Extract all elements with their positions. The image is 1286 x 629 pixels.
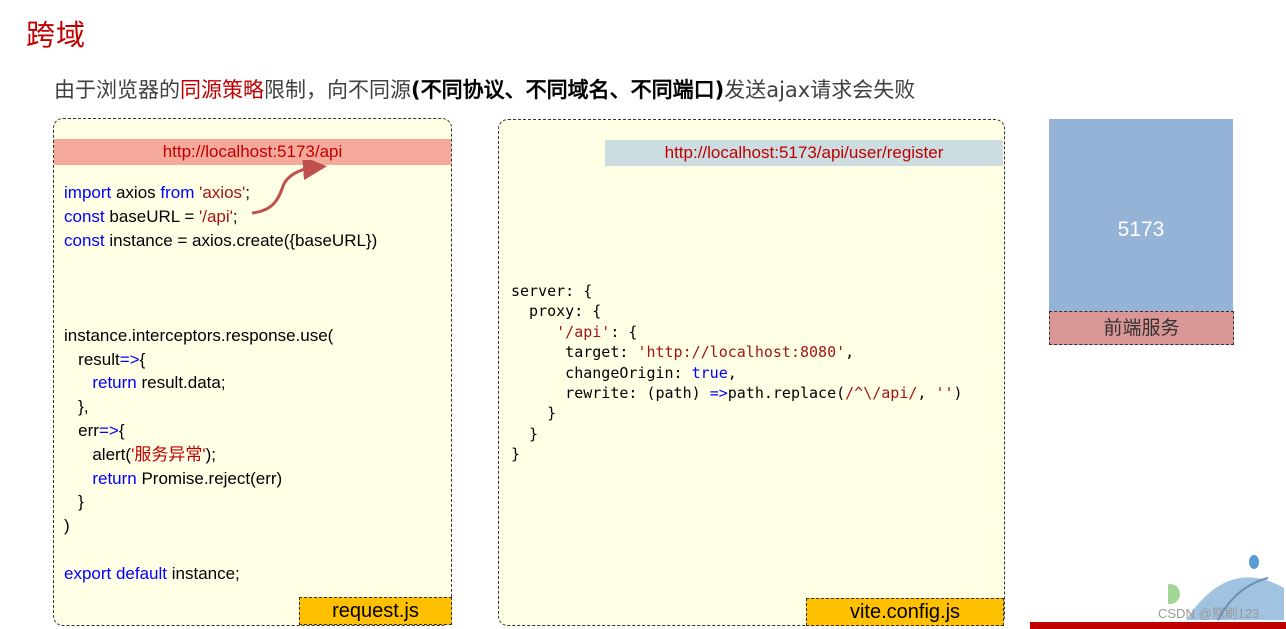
code-text: err — [64, 420, 99, 440]
code-keyword: from — [160, 183, 195, 202]
code-text: path.replace( — [727, 384, 846, 403]
code-line: alert('服务异常'); — [64, 443, 377, 467]
code-text: result.data; — [136, 373, 226, 393]
code-blank-line: ​ — [64, 300, 377, 324]
vite-config-code: server: { proxy: { '/api': { target: 'ht… — [511, 281, 963, 465]
code-text: instance = axios.create({baseURL}) — [104, 230, 378, 250]
code-text: target: — [511, 343, 638, 362]
code-text: , — [727, 363, 737, 382]
code-text: { — [118, 420, 125, 440]
code-line: export default instance; — [64, 562, 377, 586]
code-keyword: const — [64, 206, 105, 226]
subtitle-bold: (不同协议、不同域名、不同端口) — [411, 78, 725, 102]
vite-config-file-label: vite.config.js — [806, 598, 1004, 626]
code-line: ) — [64, 516, 70, 536]
frontend-server-label: 前端服务 — [1049, 311, 1234, 345]
subtitle-part2: 限制，向不同源 — [264, 78, 411, 102]
csdn-watermark: CSDN @怒刷123 — [1158, 606, 1260, 621]
register-url-bar: http://localhost:5173/api/user/register — [605, 140, 1003, 166]
code-line: server: { — [511, 282, 593, 300]
code-line: changeOrigin: true, — [511, 363, 963, 383]
subtitle-part1: 由于浏览器的 — [54, 78, 180, 102]
code-keyword: return — [64, 468, 137, 488]
code-line: }, — [64, 397, 89, 417]
slide-subtitle: 由于浏览器的同源策略限制，向不同源(不同协议、不同域名、不同端口)发送ajax请… — [54, 74, 915, 104]
code-string: '服务异常' — [131, 444, 206, 464]
code-line: const instance = axios.create({baseURL}) — [64, 229, 377, 253]
code-text: Promise.reject(err) — [136, 468, 283, 488]
code-text: ); — [205, 444, 216, 464]
code-text: result — [64, 349, 120, 369]
code-line: target: 'http://localhost:8080', — [511, 342, 963, 362]
code-keyword: => — [98, 420, 119, 440]
code-keyword: => — [709, 384, 728, 403]
code-string: '/api' — [198, 206, 233, 226]
code-line: } — [511, 445, 521, 464]
code-text: baseURL = — [104, 206, 199, 226]
code-keyword: import — [64, 183, 112, 202]
code-line: const baseURL = '/api'; — [64, 205, 377, 229]
code-line: err=>{ — [64, 419, 377, 443]
code-keyword: true — [691, 363, 728, 382]
request-js-file-label: request.js — [299, 597, 452, 625]
code-line: } — [511, 404, 557, 423]
code-text: changeOrigin: — [511, 363, 692, 382]
code-line: import axios from 'axios'; — [64, 181, 377, 205]
frontend-server-box: 5173 — [1049, 119, 1233, 312]
code-line: proxy: { — [511, 302, 602, 321]
code-string: /^\/api/ — [845, 384, 918, 403]
code-text: ) — [953, 384, 963, 403]
code-string: 'axios' — [199, 183, 246, 202]
code-line: '/api': { — [511, 322, 963, 342]
code-line: } — [64, 492, 84, 512]
code-text: : { — [610, 322, 638, 341]
slide-title: 跨域 — [26, 18, 87, 52]
code-text: instance; — [167, 563, 240, 583]
decorative-bar — [1030, 622, 1286, 629]
code-keyword: const — [64, 230, 105, 250]
code-string: '' — [935, 384, 954, 403]
code-text: ; — [232, 206, 238, 226]
code-line: return result.data; — [64, 371, 377, 395]
server-port: 5173 — [1117, 218, 1165, 241]
code-blank-line: ​ — [64, 252, 377, 276]
code-string: 'http://localhost:8080' — [637, 343, 846, 362]
code-line: rewrite: (path) =>path.replace(/^\/api/,… — [511, 383, 963, 403]
subtitle-highlight: 同源策略 — [180, 78, 264, 102]
code-blank-line: ​ — [64, 538, 377, 562]
code-keyword: export default — [64, 563, 168, 583]
code-text: axios — [111, 183, 161, 202]
code-text: { — [139, 349, 146, 369]
request-js-code: import axios from 'axios'; const baseURL … — [64, 181, 377, 586]
vite-config-panel: http://localhost:5173/api/user/register … — [498, 119, 1005, 626]
code-text: , — [917, 384, 936, 403]
code-keyword: => — [119, 349, 140, 369]
code-blank-line: ​ — [64, 276, 377, 300]
subtitle-part3: 发送ajax请求会失败 — [724, 78, 916, 102]
code-text: rewrite: (path) — [511, 384, 710, 403]
code-string: '/api' — [556, 322, 611, 341]
curved-arrow-icon — [251, 160, 327, 215]
code-text: alert( — [64, 444, 132, 464]
code-keyword: return — [64, 373, 137, 393]
code-line: } — [511, 424, 539, 443]
code-text: , — [845, 343, 855, 362]
code-line: result=>{ — [64, 348, 377, 372]
code-line: return Promise.reject(err) — [64, 467, 377, 491]
code-line: instance.interceptors.response.use( — [64, 325, 334, 345]
